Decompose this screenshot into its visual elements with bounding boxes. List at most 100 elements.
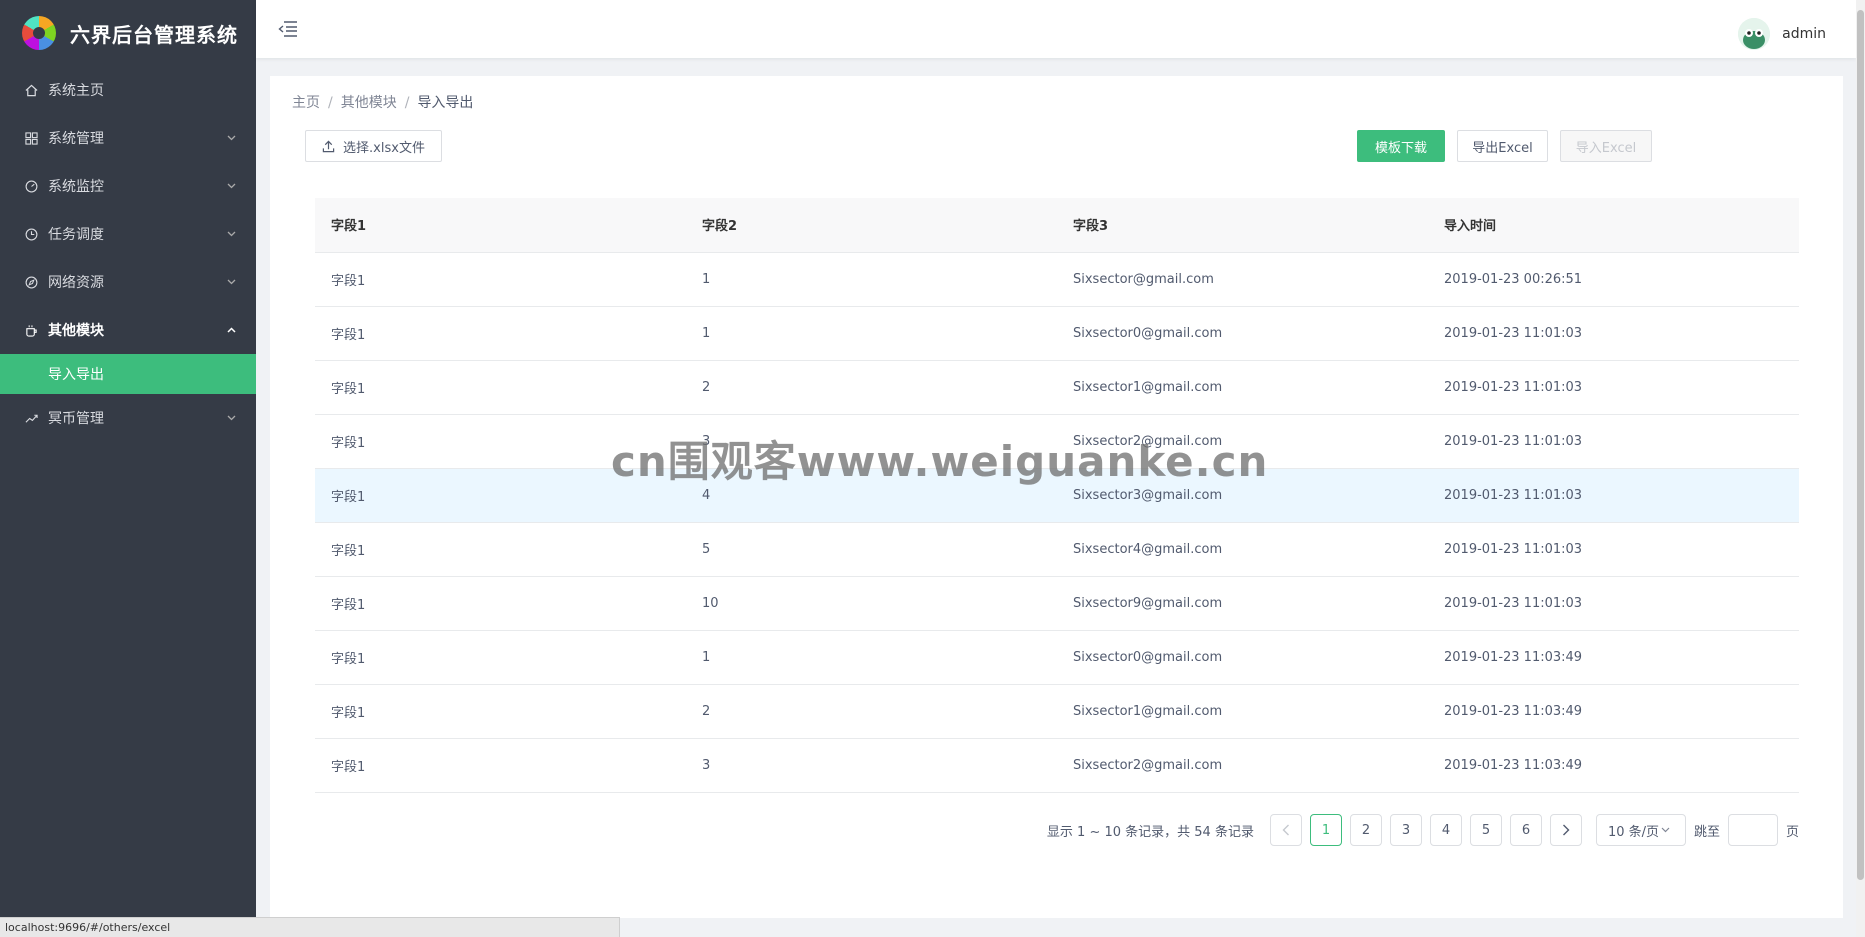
template-download-button[interactable]: 模板下载	[1357, 130, 1445, 162]
column-header: 字段1	[315, 198, 686, 253]
sidebar-item-system-management[interactable]: 系统管理	[0, 114, 256, 162]
status-bar-url: localhost:9696/#/others/excel	[0, 917, 620, 937]
chevron-up-icon	[226, 325, 236, 335]
export-excel-button[interactable]: 导出Excel	[1457, 130, 1548, 162]
page-size-select[interactable]: 10 条/页	[1595, 814, 1686, 846]
top-header: admin	[256, 0, 1856, 58]
page-button-5[interactable]: 5	[1469, 814, 1502, 846]
page-button-4[interactable]: 4	[1429, 814, 1462, 846]
table-cell: Sixsector1@gmail.com	[1057, 684, 1428, 739]
table-cell: 2019-01-23 11:01:03	[1428, 414, 1799, 469]
chevron-down-icon	[226, 181, 236, 191]
next-page-button[interactable]	[1549, 814, 1582, 846]
sidebar: 六界后台管理系统 系统主页 系统管理 系统监控 任务调度 网络资源 其他模块 导…	[0, 0, 256, 937]
table-cell: 字段1	[315, 684, 686, 739]
breadcrumb-parent[interactable]: 其他模块	[341, 95, 397, 111]
breadcrumb: 主页 / 其他模块 / 导入导出	[292, 95, 474, 111]
table-cell: 3	[686, 414, 1057, 469]
table-cell: 字段1	[315, 360, 686, 415]
table-cell: 2019-01-23 11:01:03	[1428, 360, 1799, 415]
sidebar-item-home[interactable]: 系统主页	[0, 66, 256, 114]
jump-label: 跳至	[1693, 824, 1720, 840]
content-card: 主页 / 其他模块 / 导入导出 选择.xlsx文件 模板下载 导出Excel 导入Ex…	[270, 76, 1843, 918]
table-cell: 字段1	[315, 306, 686, 361]
table-cell: 2019-01-23 11:01:03	[1428, 522, 1799, 577]
table-cell: 1	[686, 306, 1057, 361]
trend-icon	[24, 411, 38, 425]
sidebar-item-label: 其他模块	[48, 323, 104, 339]
table-row[interactable]: 字段1 4 Sixsector3@gmail.com 2019-01-23 11:01…	[315, 468, 1799, 523]
table-cell: 2019-01-23 11:03:49	[1428, 684, 1799, 739]
chevron-down-icon	[226, 133, 236, 143]
table-cell: 字段1	[315, 522, 686, 577]
sidebar-item-other-modules[interactable]: 其他模块	[0, 306, 256, 354]
table-cell: Sixsector3@gmail.com	[1057, 468, 1428, 523]
sidebar-item-label: 任务调度	[48, 227, 104, 243]
table-cell: 字段1	[315, 252, 686, 307]
breadcrumb-current: 导入导出	[417, 95, 474, 111]
chevron-left-icon	[1282, 824, 1289, 836]
table-cell: 2019-01-23 00:26:51	[1428, 252, 1799, 307]
table-cell: 2019-01-23 11:01:03	[1428, 468, 1799, 523]
table-row[interactable]: 字段1 2 Sixsector1@gmail.com 2019-01-23 11:01…	[315, 360, 1799, 415]
page-size-value: 10 条/页	[1607, 824, 1660, 840]
page-button-1[interactable]: 1	[1309, 814, 1342, 846]
page-button-2[interactable]: 2	[1349, 814, 1382, 846]
table-cell: 字段1	[315, 468, 686, 523]
table-row[interactable]: 字段1 1 Sixsector@gmail.com 2019-01-23 00:26:…	[315, 252, 1799, 307]
sidebar-subitem-import-export[interactable]: 导入导出	[0, 354, 256, 394]
table-cell: Sixsector0@gmail.com	[1057, 630, 1428, 685]
sidebar-menu: 系统主页 系统管理 系统监控 任务调度 网络资源 其他模块 导入导出 冥币管理	[0, 66, 256, 442]
pagination-summary: 显示 1 ~ 10 条记录，共 54 条记录	[1046, 824, 1254, 840]
page-button-6[interactable]: 6	[1509, 814, 1542, 846]
table-cell: Sixsector2@gmail.com	[1057, 414, 1428, 469]
table-cell: 2	[686, 684, 1057, 739]
table-cell: 字段1	[315, 630, 686, 685]
import-excel-button[interactable]: 导入Excel	[1560, 130, 1652, 162]
table-row[interactable]: 字段1 1 Sixsector0@gmail.com 2019-01-23 11:01…	[315, 306, 1799, 361]
table-cell: 2	[686, 360, 1057, 415]
logo-icon	[22, 16, 56, 50]
home-icon	[24, 83, 38, 97]
column-header: 字段2	[686, 198, 1057, 253]
brand[interactable]: 六界后台管理系统	[0, 0, 256, 66]
sidebar-item-network-resources[interactable]: 网络资源	[0, 258, 256, 306]
data-table: 字段1 字段2 字段3 导入时间 字段1 1 Sixsector@gmail.com…	[315, 198, 1799, 793]
sidebar-item-label: 冥币管理	[48, 411, 104, 427]
jump-page-input[interactable]	[1727, 814, 1778, 846]
select-file-button[interactable]: 选择.xlsx文件	[305, 130, 442, 162]
select-file-label: 选择.xlsx文件	[343, 140, 425, 156]
chevron-down-icon	[226, 413, 236, 423]
table-cell: 4	[686, 468, 1057, 523]
sidebar-item-label: 系统管理	[48, 131, 104, 147]
user-menu[interactable]: admin	[1738, 18, 1826, 50]
vertical-scrollbar[interactable]	[1856, 0, 1865, 937]
table-cell: Sixsector9@gmail.com	[1057, 576, 1428, 631]
menu-collapse-icon[interactable]	[278, 20, 298, 38]
prev-page-button[interactable]	[1269, 814, 1302, 846]
chevron-down-icon	[1661, 827, 1670, 833]
table-cell: 字段1	[315, 576, 686, 631]
table-cell: 2019-01-23 11:03:49	[1428, 630, 1799, 685]
table-cell: 2019-01-23 11:01:03	[1428, 306, 1799, 361]
table-cell: 2019-01-23 11:01:03	[1428, 576, 1799, 631]
table-row[interactable]: 字段1 5 Sixsector4@gmail.com 2019-01-23 11:01…	[315, 522, 1799, 577]
page-button-3[interactable]: 3	[1389, 814, 1422, 846]
table-row[interactable]: 字段1 2 Sixsector1@gmail.com 2019-01-23 11:03…	[315, 684, 1799, 739]
table-cell: Sixsector4@gmail.com	[1057, 522, 1428, 577]
table-row[interactable]: 字段1 3 Sixsector2@gmail.com 2019-01-23 11:03…	[315, 738, 1799, 793]
table-row[interactable]: 字段1 10 Sixsector9@gmail.com 2019-01-23 11:0…	[315, 576, 1799, 631]
table-cell: 5	[686, 522, 1057, 577]
sidebar-item-currency-management[interactable]: 冥币管理	[0, 394, 256, 442]
grid-icon	[24, 131, 38, 145]
chevron-right-icon	[1562, 824, 1570, 836]
table-row[interactable]: 字段1 1 Sixsector0@gmail.com 2019-01-23 11:03…	[315, 630, 1799, 685]
scrollbar-thumb[interactable]	[1857, 10, 1864, 880]
table-cell: 10	[686, 576, 1057, 631]
sidebar-item-task-schedule[interactable]: 任务调度	[0, 210, 256, 258]
table-row[interactable]: 字段1 3 Sixsector2@gmail.com 2019-01-23 11:01…	[315, 414, 1799, 469]
sidebar-item-label: 网络资源	[48, 275, 104, 291]
breadcrumb-home[interactable]: 主页	[292, 95, 320, 111]
sidebar-item-system-monitor[interactable]: 系统监控	[0, 162, 256, 210]
jump-suffix: 页	[1785, 824, 1799, 840]
